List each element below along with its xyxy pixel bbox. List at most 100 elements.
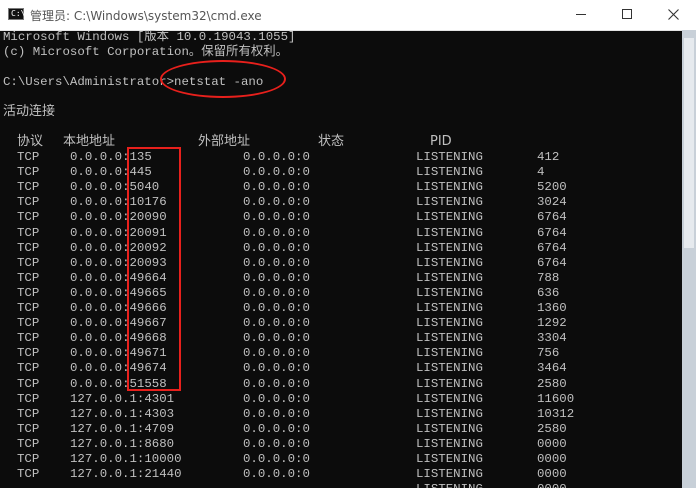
minimize-button[interactable] [558, 0, 604, 30]
cell-state: LISTENING [416, 150, 483, 164]
cell-pid: 3304 [537, 331, 567, 345]
local-ip: 0.0.0.0 [70, 256, 123, 270]
cmd-icon[interactable]: C:\ [8, 8, 26, 20]
cell-foreign-address: 0.0.0.0:0 [243, 180, 310, 194]
section-title: 活动连接 [3, 104, 56, 119]
console-output[interactable]: Microsoft Windows [版本 10.0.19043.1055] (… [0, 30, 682, 488]
cell-foreign-address: 0.0.0.0:0 [243, 256, 310, 270]
cell-pid: 0000 [537, 437, 567, 451]
cell-pid: 5200 [537, 180, 567, 194]
prompt: C:\Users\Administrator> [3, 75, 175, 89]
cell-proto: TCP [17, 271, 40, 285]
cell-foreign-address: 0.0.0.0:0 [243, 467, 310, 481]
minimize-icon [576, 14, 586, 15]
header-proto: 协议 [17, 134, 44, 149]
title-bar[interactable]: C:\ 管理员: C:\Windows\system32\cmd.exe [0, 0, 696, 31]
cell-proto: TCP [17, 226, 40, 240]
cell-state: LISTENING [416, 241, 483, 255]
cell-state: LISTENING [416, 392, 483, 406]
cell-state: LISTENING [416, 346, 483, 360]
local-port: 4303 [144, 407, 175, 421]
cell-proto: TCP [17, 150, 40, 164]
cell-state: LISTENING [416, 316, 483, 330]
cell-foreign-address: 0.0.0.0:0 [243, 331, 310, 345]
window-title: 管理员: C:\Windows\system32\cmd.exe [30, 9, 262, 23]
cell-pid: 11600 [537, 392, 575, 406]
cell-pid: 412 [537, 150, 560, 164]
local-port: 21440 [144, 467, 182, 481]
local-ip: 0.0.0.0 [70, 226, 123, 240]
local-port: 4301 [144, 392, 175, 406]
cell-proto: TCP [17, 195, 40, 209]
local-ip: 0.0.0.0 [70, 301, 123, 315]
local-port: 8680 [144, 437, 175, 451]
cell-proto: TCP [17, 437, 40, 451]
cell-proto: TCP [17, 331, 40, 345]
banner-copyright: (c) Microsoft Corporation。保留所有权利。 [3, 45, 289, 59]
local-ip: 127.0.0.1 [70, 452, 137, 466]
local-ip: 127.0.0.1 [70, 407, 137, 421]
vertical-scrollbar[interactable] [682, 30, 696, 488]
cell-pid: 0000 [537, 467, 567, 481]
cell-proto: TCP [17, 377, 40, 391]
cell-foreign-address: 0.0.0.0:0 [243, 165, 310, 179]
cell-state: LISTENING [416, 331, 483, 345]
local-ip: 0.0.0.0 [70, 286, 123, 300]
local-ip: 0.0.0.0 [70, 165, 123, 179]
local-ip: 0.0.0.0 [70, 195, 123, 209]
cell-state: LISTENING [416, 301, 483, 315]
local-port: 4709 [144, 422, 175, 436]
cell-foreign-address: 0.0.0.0:0 [243, 361, 310, 375]
local-ip: 0.0.0.0 [70, 210, 123, 224]
cell-pid: 4 [537, 165, 545, 179]
cell-pid: 3024 [537, 195, 567, 209]
header-local-address: 本地地址 [63, 134, 116, 149]
cell-foreign-address: 0.0.0.0:0 [243, 407, 310, 421]
cell-state: LISTENING [416, 210, 483, 224]
cell-proto: TCP [17, 316, 40, 330]
cell-pid: 1292 [537, 316, 567, 330]
cell-proto: TCP [17, 467, 40, 481]
cell-proto: TCP [17, 392, 40, 406]
local-ip: 127.0.0.1 [70, 437, 137, 451]
cell-local-address: 127.0.0.1:4303 [70, 407, 175, 421]
cell-foreign-address: 0.0.0.0:0 [243, 241, 310, 255]
local-port: 10000 [144, 452, 182, 466]
cell-local-address: 127.0.0.1:8680 [70, 437, 175, 451]
cell-foreign-address: 0.0.0.0:0 [243, 377, 310, 391]
cmd-window: C:\ 管理员: C:\Windows\system32\cmd.exe Mic… [0, 0, 696, 488]
cell-pid: 3464 [537, 361, 567, 375]
close-button[interactable] [650, 0, 696, 30]
cmd-icon-glyph: C:\ [11, 9, 26, 18]
cell-proto: TCP [17, 301, 40, 315]
local-ip: 0.0.0.0 [70, 377, 123, 391]
banner-version: Microsoft Windows [版本 10.0.19043.1055] [3, 30, 296, 44]
cell-state: LISTENING [416, 437, 483, 451]
local-ip: 127.0.0.1 [70, 422, 137, 436]
cell-pid: 2580 [537, 377, 567, 391]
local-ip: 0.0.0.0 [70, 180, 123, 194]
local-ip: 127.0.0.1 [70, 392, 137, 406]
cell-proto: TCP [17, 286, 40, 300]
cell-proto: TCP [17, 180, 40, 194]
cell-foreign-address: 0.0.0.0:0 [243, 346, 310, 360]
cell-foreign-address: 0.0.0.0:0 [243, 286, 310, 300]
local-ip: 0.0.0.0 [70, 346, 123, 360]
port-highlight-box [127, 147, 181, 391]
cell-local-address: 127.0.0.1:4709 [70, 422, 175, 436]
cell-proto: TCP [17, 210, 40, 224]
cell-foreign-address: 0.0.0.0:0 [243, 150, 310, 164]
header-pid: PID [430, 134, 452, 149]
cell-state: LISTENING [416, 452, 483, 466]
command-highlight-circle [160, 60, 286, 98]
cell-proto: TCP [17, 422, 40, 436]
cell-pid: 10312 [537, 407, 575, 421]
local-ip: 127.0.0.1 [70, 467, 137, 481]
cell-proto: TCP [17, 452, 40, 466]
cell-foreign-address: 0.0.0.0:0 [243, 422, 310, 436]
scroll-thumb[interactable] [684, 38, 694, 248]
cell-proto: TCP [17, 256, 40, 270]
cell-proto: TCP [17, 241, 40, 255]
cell-pid: 0000 [537, 482, 567, 488]
maximize-button[interactable] [604, 0, 650, 30]
